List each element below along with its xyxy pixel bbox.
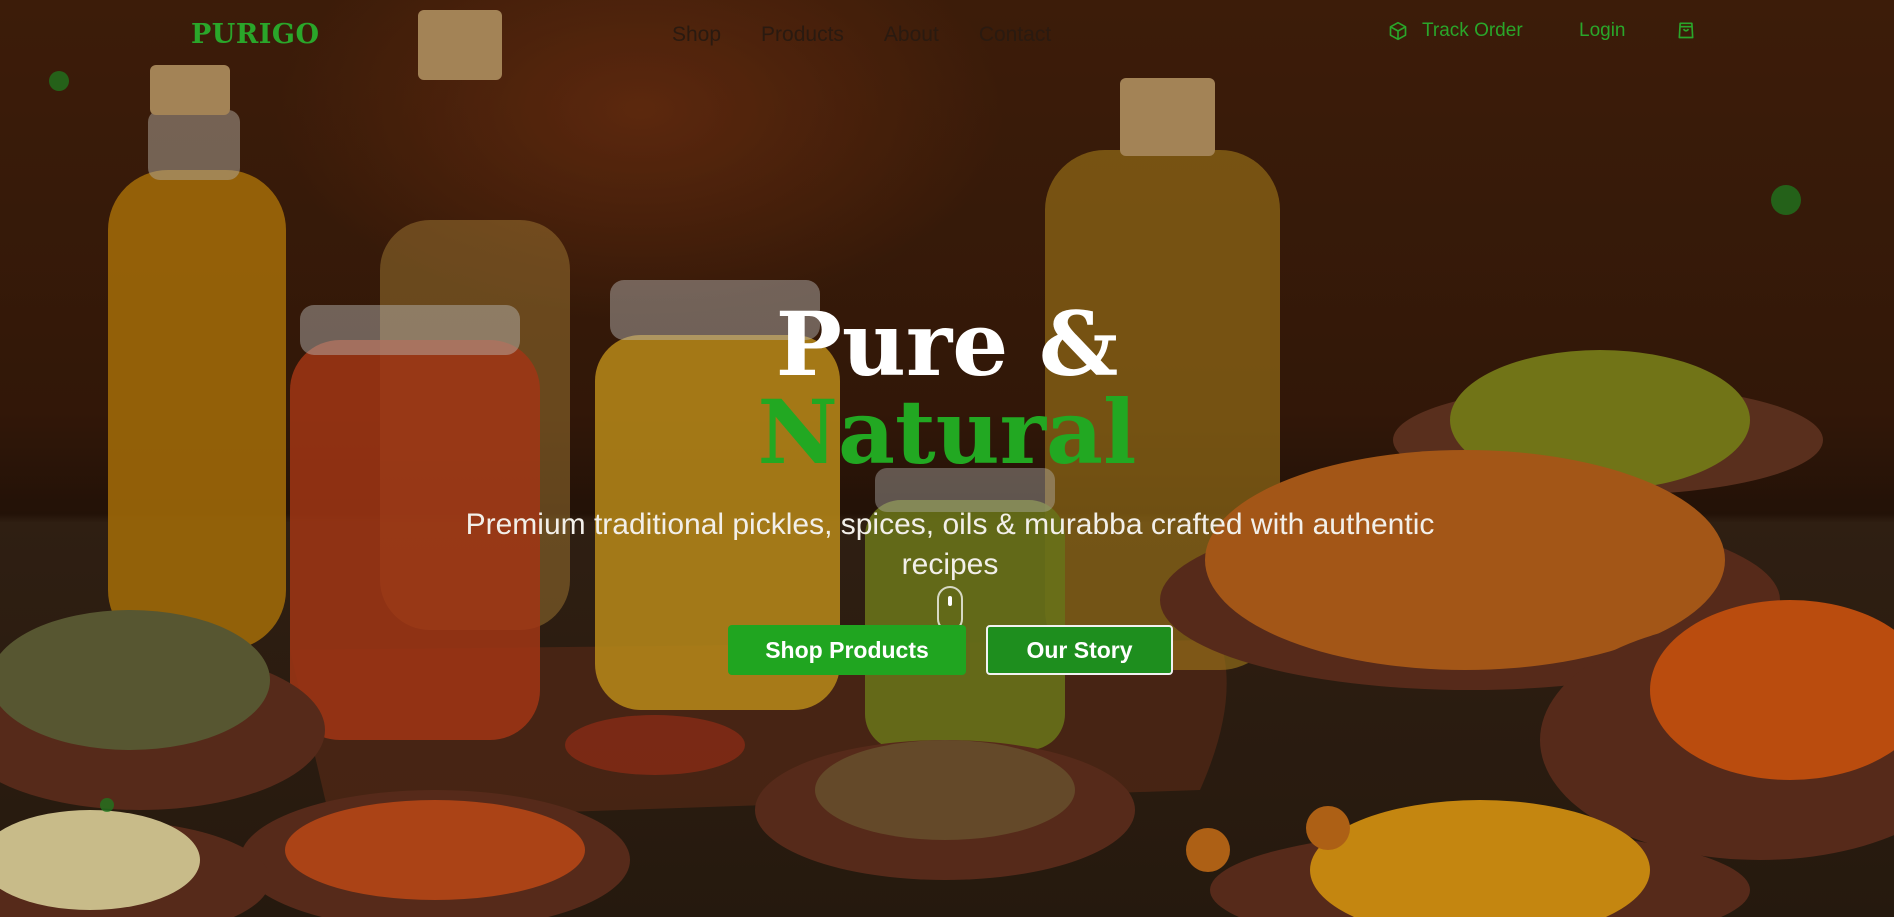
nav-link-about[interactable]: About <box>884 23 939 47</box>
hero-title-line-1: Pure & <box>775 292 1119 396</box>
brand-logo[interactable]: PURIGO <box>191 19 320 50</box>
top-navigation: PURIGO Shop Products About Contact Track… <box>0 0 1894 74</box>
hero-subtitle: Premium traditional pickles, spices, oil… <box>465 508 1435 581</box>
nav-link-contact[interactable]: Contact <box>979 23 1051 47</box>
decorative-dot <box>1771 185 1801 215</box>
hero-title-line-2: Natural <box>757 380 1137 484</box>
main-menu: Shop Products About Contact <box>672 23 1051 47</box>
shop-products-button[interactable]: Shop Products <box>728 625 966 675</box>
shopping-bag-icon <box>1678 22 1694 39</box>
decorative-dot <box>100 798 114 812</box>
login-link[interactable]: Login <box>1579 20 1626 42</box>
track-order-link[interactable]: Track Order <box>1388 20 1523 42</box>
nav-link-shop[interactable]: Shop <box>672 23 721 47</box>
our-story-button[interactable]: Our Story <box>986 625 1173 675</box>
track-order-label: Track Order <box>1422 20 1523 41</box>
decorative-dot <box>49 71 69 91</box>
nav-link-products[interactable]: Products <box>761 23 844 47</box>
login-label: Login <box>1579 20 1626 41</box>
package-icon <box>1389 21 1407 41</box>
cart-button[interactable] <box>1676 20 1696 40</box>
